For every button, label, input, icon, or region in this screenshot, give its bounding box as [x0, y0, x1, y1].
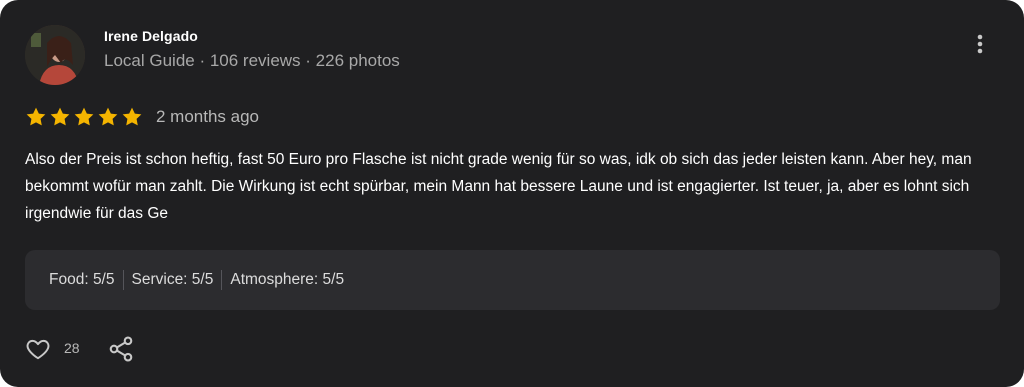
avatar[interactable]	[25, 25, 85, 85]
star-icon	[74, 107, 94, 126]
divider	[221, 270, 223, 290]
review-text: Also der Preis ist schon heftig, fast 50…	[25, 151, 972, 222]
divider	[122, 270, 124, 290]
star-rating	[25, 106, 143, 128]
reviewer-meta: Local Guide · 106 reviews · 226 photos	[104, 51, 400, 70]
star-icon	[98, 107, 118, 126]
like-count: 28	[64, 340, 80, 356]
more-vertical-icon[interactable]	[968, 32, 992, 56]
review-card: Irene Delgado Local Guide · 106 reviews …	[0, 0, 1024, 387]
star-icon	[26, 107, 46, 126]
review-time: 2 months ago	[156, 107, 260, 126]
food-rating: Food: 5/5	[49, 271, 115, 288]
service-rating: Service: 5/5	[131, 271, 214, 288]
share-icon[interactable]	[107, 335, 135, 363]
sub-ratings: Food: 5/5 Service: 5/5 Atmosphere: 5/5	[25, 250, 1000, 310]
atmosphere-rating: Atmosphere: 5/5	[230, 271, 345, 288]
star-icon	[50, 107, 70, 126]
heart-icon[interactable]	[25, 336, 51, 362]
star-icon	[122, 107, 142, 126]
reviewer-name[interactable]: Irene Delgado	[104, 28, 198, 44]
